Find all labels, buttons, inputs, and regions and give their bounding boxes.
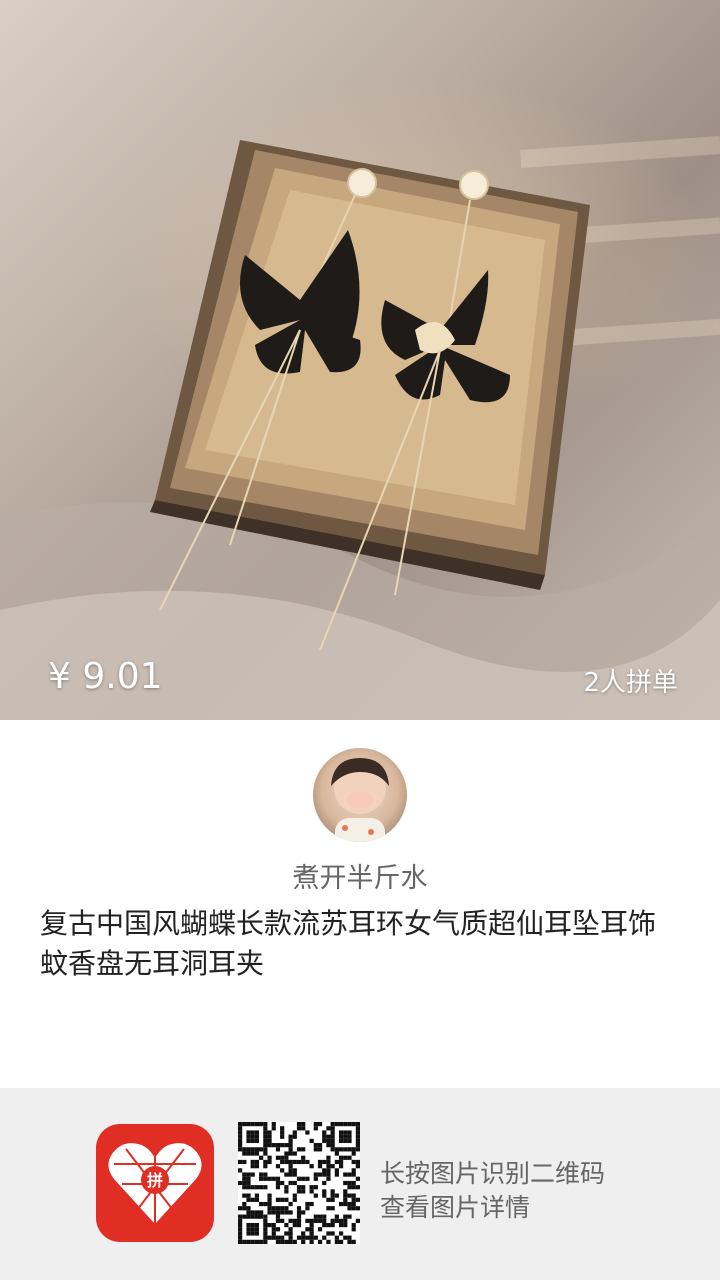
app-logo-graphic: 拼: [108, 1143, 202, 1224]
share-card: ¥ 9.01 2人拼单 煮开半斤水 复古中国风蝴蝶长款流苏耳环女气质超仙耳坠耳饰…: [0, 0, 720, 1280]
qr-code-pattern: [238, 1122, 360, 1244]
avatar-child-photo: [331, 758, 389, 842]
seller-avatar[interactable]: [313, 748, 407, 842]
app-logo-text: 拼: [147, 1171, 163, 1190]
earrings-box-illustration: [0, 136, 720, 720]
qr-code-icon[interactable]: [238, 1122, 360, 1244]
qr-hint-line1: 长按图片识别二维码: [380, 1159, 606, 1188]
product-photo[interactable]: ¥ 9.01 2人拼单: [0, 0, 720, 720]
seller-name: 煮开半斤水: [292, 863, 428, 894]
share-footer: 拼 长按图片识别二维码 查看图片详情: [0, 1088, 720, 1280]
group-buy-count: 2人拼单: [583, 668, 678, 698]
product-title: 复古中国风蝴蝶长款流苏耳环女气质超仙耳坠耳饰蚊香盘无耳洞耳夹: [40, 907, 657, 980]
qr-hint-line2: 查看图片详情: [380, 1193, 531, 1222]
pinduoduo-logo-icon: 拼: [96, 1124, 214, 1242]
product-price: ¥ 9.01: [48, 656, 163, 697]
